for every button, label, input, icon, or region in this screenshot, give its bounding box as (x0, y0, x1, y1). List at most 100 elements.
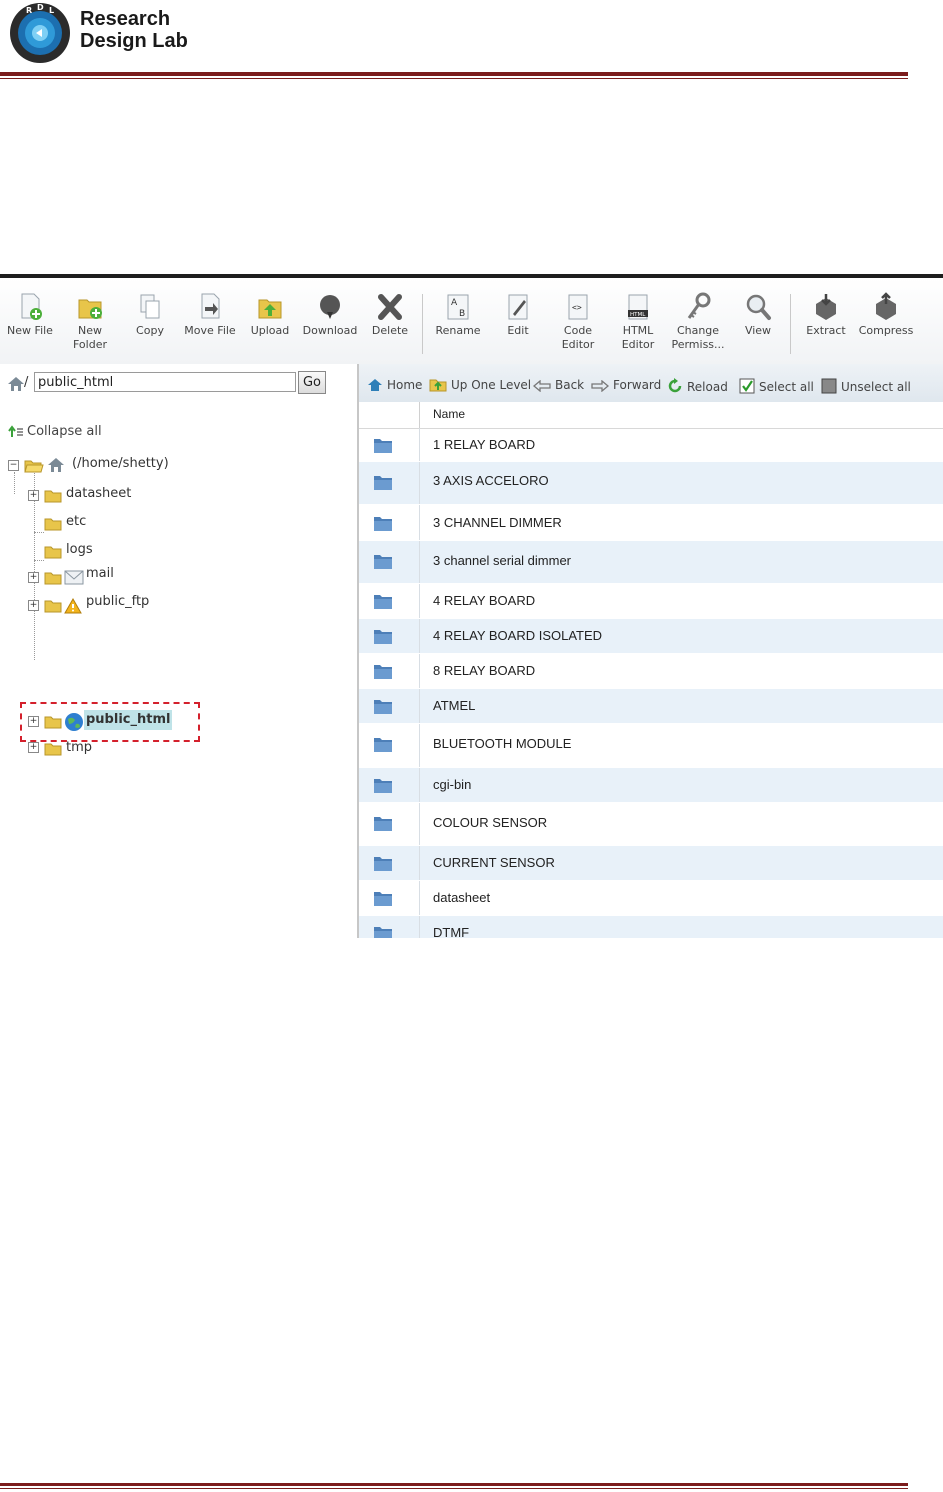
tree-item-label: logs (66, 542, 93, 557)
up-one-level-button[interactable]: Up One Level (429, 378, 531, 392)
forward-label: Forward (613, 378, 662, 392)
compress-button[interactable]: Compress (856, 292, 916, 338)
file-name: cgi-bin (433, 777, 472, 792)
table-row[interactable]: DTMF (359, 916, 943, 938)
column-divider (419, 803, 420, 845)
back-label: Back (555, 378, 585, 392)
home-icon (48, 458, 64, 472)
edit-icon (508, 294, 528, 320)
download-button[interactable]: Download (300, 292, 360, 338)
column-divider (419, 541, 420, 583)
up-folder-icon (429, 379, 447, 392)
column-divider (419, 724, 420, 767)
change-permissions-button[interactable]: Change Permiss... (668, 292, 728, 352)
edit-button[interactable]: Edit (488, 292, 548, 338)
directory-tree-pane: / Go Collapse all − (/home/ (0, 364, 357, 938)
table-row[interactable]: BLUETOOTH MODULE (359, 724, 943, 768)
collapse-all-icon (8, 424, 23, 437)
rdl-logo: R D L (10, 3, 70, 63)
new-file-button[interactable]: New File (0, 292, 60, 338)
table-row[interactable]: CURRENT SENSOR (359, 846, 943, 881)
brand-name: Research Design Lab (80, 8, 188, 52)
forward-button[interactable]: Forward (591, 378, 661, 392)
download-icon (320, 295, 340, 319)
home-nav-button[interactable]: Home (367, 378, 422, 392)
rename-label: Rename (435, 324, 481, 337)
copy-button[interactable]: Copy (120, 292, 180, 338)
path-input[interactable] (34, 372, 296, 392)
brand-line-2: Design Lab (80, 30, 188, 52)
view-button[interactable]: View (728, 292, 788, 338)
reload-button[interactable]: Reload (667, 378, 728, 394)
folder-icon (374, 439, 392, 453)
unselect-all-button[interactable]: Unselect all (821, 378, 911, 394)
table-row[interactable]: cgi-bin (359, 768, 943, 803)
table-row[interactable]: 8 RELAY BOARD (359, 654, 943, 689)
svg-text:D: D (37, 3, 44, 12)
table-row[interactable]: datasheet (359, 881, 943, 916)
folder-icon (374, 857, 392, 871)
file-list-pane: Home Up One Level Back Forward Reload Se… (357, 364, 943, 938)
select-all-button[interactable]: Select all (739, 378, 814, 394)
expand-toggle[interactable]: + (28, 490, 39, 501)
checkbox-empty-icon (821, 378, 837, 394)
collapse-toggle[interactable]: − (8, 460, 19, 471)
expand-toggle[interactable]: + (28, 742, 39, 753)
collapse-all-link[interactable]: Collapse all (8, 424, 102, 439)
home-icon[interactable] (6, 376, 26, 392)
move-file-button[interactable]: Move File (180, 292, 240, 338)
file-name: COLOUR SENSOR (433, 815, 548, 830)
table-row[interactable]: 4 RELAY BOARD ISOLATED (359, 619, 943, 654)
copy-label: Copy (136, 324, 164, 337)
html-editor-icon: HTML (628, 294, 648, 320)
code-editor-button[interactable]: <> Code Editor (548, 292, 608, 352)
svg-text:HTML: HTML (630, 312, 646, 318)
file-name: 8 RELAY BOARD (433, 663, 536, 678)
column-divider (419, 619, 420, 653)
column-divider (419, 462, 420, 504)
rename-icon: A B (447, 294, 469, 320)
table-row[interactable]: 1 RELAY BOARD (359, 428, 943, 462)
folder-icon (374, 892, 392, 906)
svg-text:R: R (26, 6, 32, 15)
open-folder-icon (24, 460, 44, 473)
extract-button[interactable]: Extract (796, 292, 856, 338)
table-row[interactable]: ATMEL (359, 689, 943, 724)
expand-toggle[interactable]: + (28, 600, 39, 611)
folder-icon (374, 595, 392, 609)
folder-icon (374, 700, 392, 714)
table-row[interactable]: COLOUR SENSOR (359, 803, 943, 846)
svg-text:L: L (49, 6, 54, 15)
upload-button[interactable]: Upload (240, 292, 300, 338)
home-nav-label: Home (387, 378, 423, 392)
folder-icon (374, 476, 392, 490)
folder-icon (374, 738, 392, 752)
file-name: CURRENT SENSOR (433, 855, 555, 870)
table-row[interactable]: 3 AXIS ACCELORO (359, 462, 943, 505)
html-editor-button[interactable]: HTML HTML Editor (608, 292, 668, 352)
column-divider (419, 428, 420, 461)
expand-toggle[interactable]: + (28, 572, 39, 583)
svg-text:B: B (459, 309, 465, 319)
column-divider (419, 881, 420, 915)
table-row[interactable]: 4 RELAY BOARD (359, 584, 943, 619)
annotation-box (20, 702, 200, 742)
tree-connector (34, 532, 44, 533)
extract-label: Extract (806, 324, 846, 337)
go-button[interactable]: Go (298, 371, 326, 394)
table-row[interactable]: 3 CHANNEL DIMMER (359, 505, 943, 541)
delete-button[interactable]: Delete (360, 292, 420, 338)
back-button[interactable]: Back (533, 378, 584, 392)
upload-icon (258, 299, 282, 319)
table-row[interactable]: 3 channel serial dimmer (359, 541, 943, 584)
collapse-all-label: Collapse all (27, 424, 102, 439)
column-header-name[interactable]: Name (433, 407, 465, 421)
tree-root-label: (/home/shetty) (72, 456, 169, 471)
rename-button[interactable]: A B Rename (428, 292, 488, 338)
tree-item-label: mail (86, 566, 114, 581)
file-name: datasheet (433, 890, 491, 905)
reload-label: Reload (687, 380, 728, 394)
warning-icon (64, 598, 82, 614)
new-folder-button[interactable]: New Folder (60, 292, 120, 352)
html-editor-label: HTML Editor (621, 324, 655, 351)
